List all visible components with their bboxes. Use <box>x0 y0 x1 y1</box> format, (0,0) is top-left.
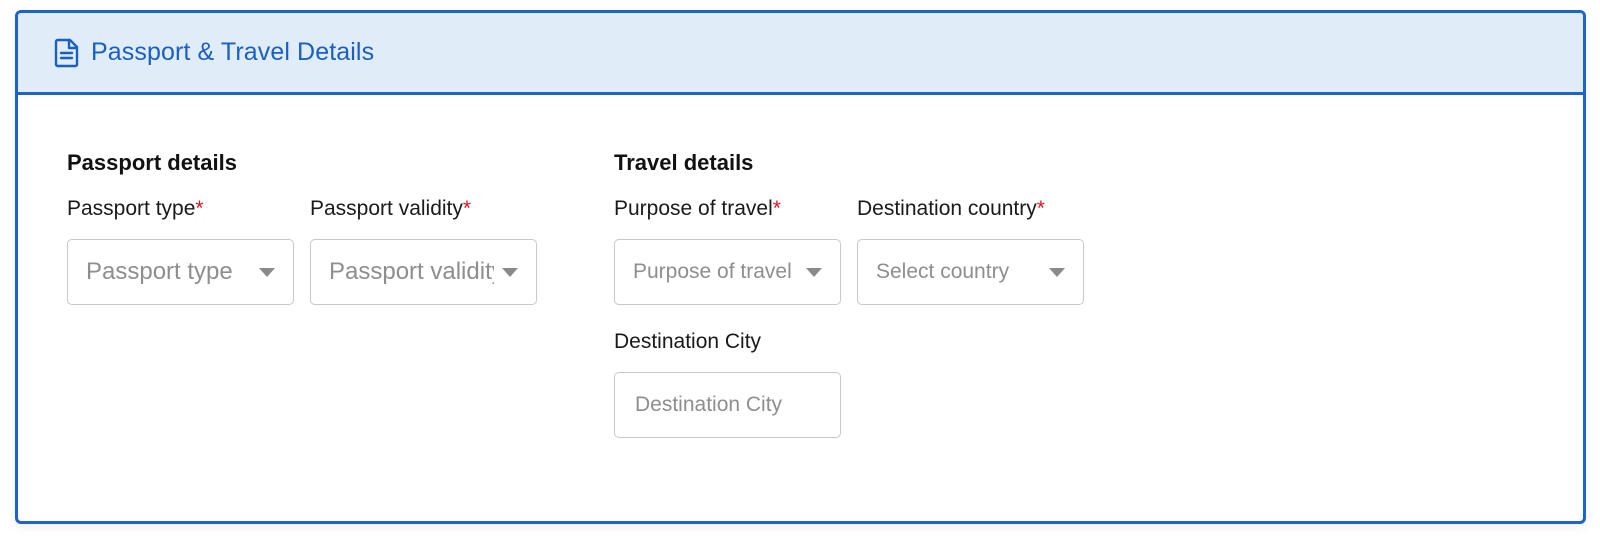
passport-type-placeholder: Passport type <box>86 258 233 285</box>
caret-down-icon <box>806 267 822 277</box>
purpose-of-travel-label: Purpose of travel* <box>614 197 781 220</box>
destination-city-label: Destination City <box>614 330 762 353</box>
passport-details-heading: Passport details <box>67 150 237 175</box>
passport-type-select[interactable]: Passport type <box>67 239 294 305</box>
purpose-of-travel-select[interactable]: Purpose of travel <box>614 239 841 305</box>
destination-country-select[interactable]: Select country <box>857 239 1084 305</box>
required-marker: * <box>195 197 204 220</box>
purpose-of-travel-placeholder: Purpose of travel <box>633 260 792 283</box>
destination-country-label: Destination country* <box>857 197 1045 220</box>
passport-type-label: Passport type* <box>67 197 204 220</box>
passport-validity-label: Passport validity* <box>310 197 472 220</box>
document-icon <box>54 38 80 68</box>
required-marker: * <box>462 197 472 220</box>
destination-city-input[interactable] <box>614 372 841 438</box>
caret-down-icon <box>259 267 275 277</box>
caret-down-icon <box>1049 267 1065 277</box>
travel-details-heading: Travel details <box>614 150 754 175</box>
passport-validity-select[interactable]: Passport validity <box>310 239 537 305</box>
passport-validity-placeholder: Passport validity <box>329 258 494 285</box>
panel-header: Passport & Travel Details <box>18 13 1583 95</box>
required-marker: * <box>1036 197 1045 220</box>
panel-title: Passport & Travel Details <box>91 38 375 66</box>
destination-country-placeholder: Select country <box>876 260 1010 283</box>
caret-down-icon <box>502 267 518 277</box>
required-marker: * <box>772 197 781 220</box>
